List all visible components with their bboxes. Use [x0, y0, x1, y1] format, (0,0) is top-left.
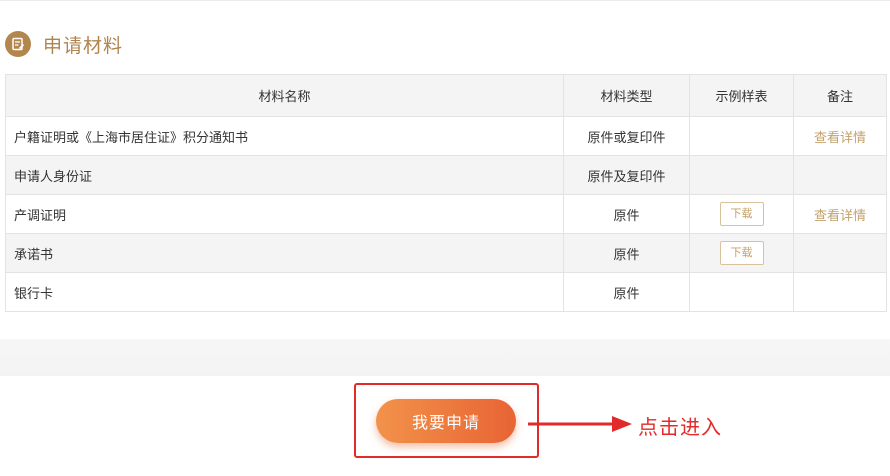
column-header-remark: 备注 [793, 74, 887, 117]
column-header-name: 材料名称 [5, 74, 564, 117]
view-details-link[interactable]: 查看详情 [814, 131, 866, 146]
table-header-row: 材料名称 材料类型 示例样表 备注 [5, 74, 887, 117]
column-header-type: 材料类型 [563, 74, 690, 117]
sample-cell: 下载 [689, 233, 794, 273]
material-name: 户籍证明或《上海市居住证》积分通知书 [5, 116, 564, 156]
view-details-link[interactable]: 查看详情 [814, 209, 866, 224]
sample-cell: 下载 [689, 194, 794, 234]
sample-cell [689, 272, 794, 312]
apply-button[interactable]: 我要申请 [376, 399, 516, 443]
section-title: 申请材料 [43, 34, 124, 57]
section-divider-band [0, 339, 890, 376]
sample-cell [689, 116, 794, 156]
table-row: 承诺书 原件 下载 [5, 233, 887, 273]
top-divider [0, 0, 890, 1]
download-button[interactable]: 下载 [719, 202, 764, 226]
table-row: 申请人身份证 原件及复印件 [5, 155, 887, 195]
document-edit-icon [5, 31, 31, 57]
table-row: 户籍证明或《上海市居住证》积分通知书 原件或复印件 查看详情 [5, 116, 887, 156]
remark-cell: 查看详情 [793, 194, 887, 234]
table-row: 银行卡 原件 [5, 272, 887, 312]
materials-table: 材料名称 材料类型 示例样表 备注 户籍证明或《上海市居住证》积分通知书 原件或… [5, 74, 887, 312]
sample-cell [689, 155, 794, 195]
section-header: 申请材料 [5, 30, 123, 58]
material-name: 申请人身份证 [5, 155, 564, 195]
table-row: 产调证明 原件 下载 查看详情 [5, 194, 887, 234]
remark-cell: 查看详情 [793, 116, 887, 156]
download-button[interactable]: 下载 [719, 241, 764, 265]
remark-cell [793, 233, 887, 273]
material-name: 产调证明 [5, 194, 564, 234]
material-name: 承诺书 [5, 233, 564, 273]
material-type: 原件或复印件 [563, 116, 690, 156]
material-type: 原件 [563, 272, 690, 312]
annotation-label: 点击进入 [638, 415, 722, 439]
column-header-sample: 示例样表 [689, 74, 794, 117]
remark-cell [793, 155, 887, 195]
material-type: 原件 [563, 194, 690, 234]
material-type: 原件 [563, 233, 690, 273]
material-type: 原件及复印件 [563, 155, 690, 195]
remark-cell [793, 272, 887, 312]
material-name: 银行卡 [5, 272, 564, 312]
arrow-right-icon [528, 416, 632, 432]
